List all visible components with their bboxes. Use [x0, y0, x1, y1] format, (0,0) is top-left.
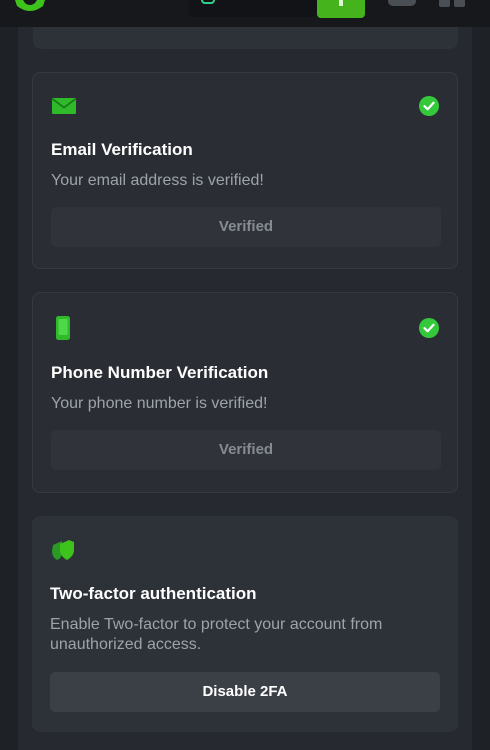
phone-verified-button[interactable]: Verified — [51, 430, 441, 470]
top-navigation-bar — [0, 0, 490, 27]
email-verified-button[interactable]: Verified — [51, 207, 441, 247]
deposit-button[interactable] — [317, 0, 365, 18]
phone-icon — [56, 316, 70, 340]
email-verification-card: Email Verification Your email address is… — [32, 72, 458, 269]
chat-icon[interactable] — [388, 0, 416, 6]
envelope-icon — [52, 98, 76, 114]
menu-grid-icon[interactable] — [439, 0, 465, 8]
search-field[interactable] — [189, 0, 317, 17]
two-factor-card: Two-factor authentication Enable Two-fac… — [32, 516, 458, 732]
two-factor-description: Enable Two-factor to protect your accoun… — [50, 616, 383, 653]
shield-icon — [52, 540, 74, 560]
phone-verification-title: Phone Number Verification — [51, 363, 269, 382]
check-circle-icon — [419, 96, 439, 116]
email-verification-description: Your email address is verified! — [51, 172, 264, 189]
plus-icon — [339, 0, 343, 6]
previous-card-bottom — [33, 27, 458, 49]
phone-verification-card: Phone Number Verification Your phone num… — [32, 292, 458, 493]
email-verification-title: Email Verification — [51, 140, 193, 159]
disable-2fa-button[interactable]: Disable 2FA — [50, 672, 440, 712]
status-indicator-icon — [201, 0, 215, 4]
two-factor-title: Two-factor authentication — [50, 584, 257, 603]
brand-logo-icon[interactable] — [13, 0, 47, 14]
check-circle-icon — [419, 318, 439, 338]
phone-verification-description: Your phone number is verified! — [51, 395, 268, 412]
